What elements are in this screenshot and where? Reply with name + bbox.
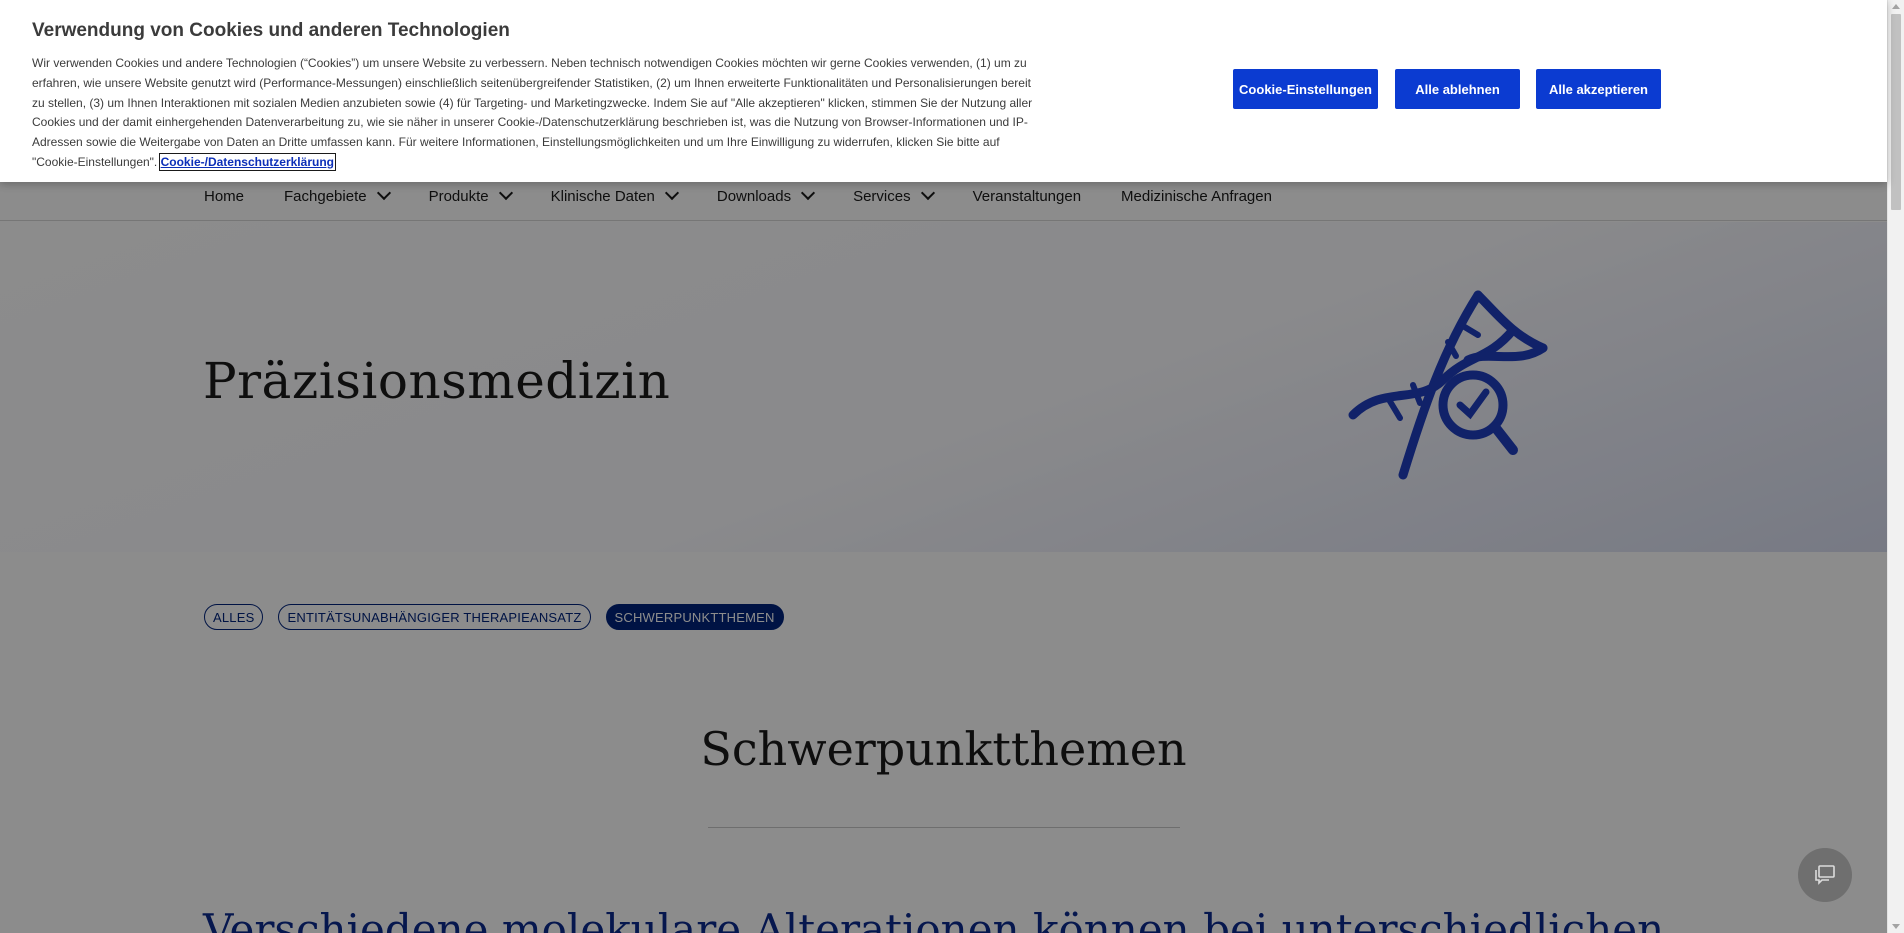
reject-all-button[interactable]: Alle ablehnen [1395, 69, 1520, 109]
scrollbar-thumb[interactable] [1891, 14, 1901, 210]
cookie-settings-button[interactable]: Cookie-Einstellungen [1233, 69, 1378, 109]
cookie-banner-text: Wir verwenden Cookies und andere Technol… [32, 54, 1042, 173]
vertical-scrollbar[interactable] [1887, 0, 1904, 933]
accept-all-button[interactable]: Alle akzeptieren [1536, 69, 1661, 109]
cookie-banner-body: Wir verwenden Cookies und andere Technol… [32, 56, 1033, 169]
scroll-up-arrow-icon[interactable] [1892, 4, 1900, 9]
cookie-banner-title: Verwendung von Cookies und anderen Techn… [32, 20, 510, 41]
chat-button[interactable] [1798, 848, 1852, 902]
cookie-policy-link[interactable]: Cookie-/Datenschutzerklärung [158, 152, 336, 171]
cookie-consent-banner: Verwendung von Cookies und anderen Techn… [0, 0, 1887, 182]
scroll-down-arrow-icon[interactable] [1892, 924, 1900, 929]
chat-icon [1815, 865, 1835, 885]
